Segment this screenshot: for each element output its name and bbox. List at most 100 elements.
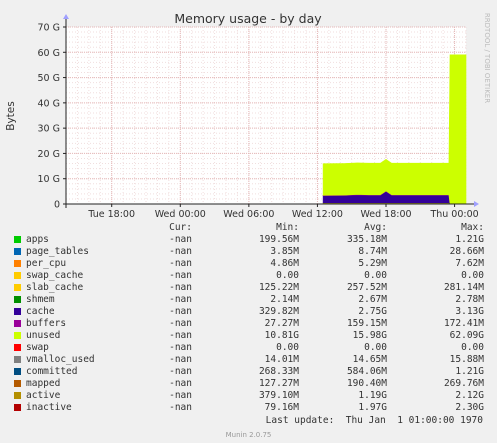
legend-name: inactive — [26, 402, 72, 413]
legend-min: 329.82M — [258, 306, 299, 317]
legend-avg: 14.65M — [352, 354, 387, 365]
legend-cur: -nan — [169, 294, 192, 305]
legend-avg: 0.00 — [364, 270, 387, 281]
legend-name: unused — [26, 330, 61, 341]
memory-usage-chart: 0 10 G 20 G 30 G 40 G 50 G 60 G 70 G Tue 18:00 We… — [0, 0, 497, 222]
legend-cur: -nan — [169, 402, 192, 413]
legend-swatch — [14, 380, 21, 387]
legend-header-cur: Cur: — [169, 222, 192, 233]
legend-min: 379.10M — [258, 390, 299, 401]
last-update-text: Last update: Thu Jan 1 01:00:00 1970 — [265, 415, 483, 426]
y-tick-label: 50 G — [38, 73, 60, 84]
legend-max: 3.13G — [455, 306, 484, 317]
legend-cur: -nan — [169, 342, 192, 353]
legend-row-cache: cache -nan 329.82M 2.75G 3.13G — [0, 306, 497, 318]
legend-max: 0.00 — [461, 342, 484, 353]
legend-max: 269.76M — [443, 378, 484, 389]
legend-swatch — [14, 368, 21, 375]
legend-row-swap-cache: swap_cache -nan 0.00 0.00 0.00 — [0, 270, 497, 282]
legend-name: mapped — [26, 378, 61, 389]
legend-avg: 1.19G — [358, 390, 387, 401]
legend-row-per-cpu: per_cpu -nan 4.86M 5.29M 7.62M — [0, 258, 497, 270]
legend-swatch — [14, 284, 21, 291]
legend-cur: -nan — [169, 282, 192, 293]
legend-max: 62.09G — [449, 330, 484, 341]
legend-row-slab-cache: slab_cache -nan 125.22M 257.52M 281.14M — [0, 282, 497, 294]
y-tick-label: 70 G — [38, 23, 60, 34]
legend-min: 4.86M — [270, 258, 299, 269]
legend-avg: 257.52M — [346, 282, 387, 293]
legend-min: 2.14M — [270, 294, 299, 305]
legend-cur: -nan — [169, 354, 192, 365]
legend-name: buffers — [26, 318, 67, 329]
legend-max: 28.66M — [449, 246, 484, 257]
legend-name: per_cpu — [26, 258, 67, 269]
legend-avg: 190.40M — [346, 378, 387, 389]
y-tick-label: 30 G — [38, 124, 60, 135]
x-tick-label: Wed 18:00 — [360, 209, 411, 220]
legend-min: 10.81G — [264, 330, 299, 341]
munin-version: Munin 2.0.75 — [225, 431, 272, 439]
legend-swatch — [14, 296, 21, 303]
legend-swatch — [14, 392, 21, 399]
legend-header-avg: Avg: — [364, 222, 387, 233]
legend-header-max: Max: — [461, 222, 484, 233]
legend-name: vmalloc_used — [26, 354, 95, 365]
legend-swatch — [14, 236, 21, 243]
legend-swatch — [14, 308, 21, 315]
legend-min: 268.33M — [258, 366, 299, 377]
legend-min: 27.27M — [264, 318, 299, 329]
legend-cur: -nan — [169, 366, 192, 377]
legend-row-shmem: shmem -nan 2.14M 2.67M 2.78M — [0, 294, 497, 306]
x-tick-label: Wed 00:00 — [155, 209, 206, 220]
legend-avg: 159.15M — [346, 318, 387, 329]
legend-row-vmalloc-used: vmalloc_used -nan 14.01M 14.65M 15.88M — [0, 354, 497, 366]
legend-row-mapped: mapped -nan 127.27M 190.40M 269.76M — [0, 378, 497, 390]
legend-row-active: active -nan 379.10M 1.19G 2.12G — [0, 390, 497, 402]
legend-max: 172.41M — [443, 318, 484, 329]
legend-cur: -nan — [169, 378, 192, 389]
legend-cur: -nan — [169, 270, 192, 281]
y-tick-label: 10 G — [38, 174, 60, 185]
legend-avg: 2.75G — [358, 306, 387, 317]
legend-swatch — [14, 344, 21, 351]
chart-title: Memory usage - by day — [174, 11, 322, 26]
legend-avg: 1.97G — [358, 402, 387, 413]
legend-row-swap: swap -nan 0.00 0.00 0.00 — [0, 342, 497, 354]
legend-name: slab_cache — [26, 282, 84, 293]
legend-max: 7.62M — [455, 258, 484, 269]
legend-min: 3.85M — [270, 246, 299, 257]
x-tick-label: Wed 06:00 — [223, 209, 274, 220]
x-tick-label: Wed 12:00 — [292, 209, 343, 220]
legend-cur: -nan — [169, 258, 192, 269]
legend-avg: 335.18M — [346, 234, 387, 245]
x-tick-label: Thu 00:00 — [429, 209, 478, 220]
legend-min: 127.27M — [258, 378, 299, 389]
legend-cur: -nan — [169, 330, 192, 341]
legend-name: shmem — [26, 294, 55, 305]
legend-name: apps — [26, 234, 49, 245]
legend-min: 0.00 — [276, 270, 299, 281]
rrdtool-watermark: RRDTOOL / TOBI OETIKER — [483, 13, 491, 103]
y-tick-label: 40 G — [38, 98, 60, 109]
x-tick-label: Tue 18:00 — [87, 209, 135, 220]
legend-swatch — [14, 272, 21, 279]
legend-cur: -nan — [169, 234, 192, 245]
legend-row-buffers: buffers -nan 27.27M 159.15M 172.41M — [0, 318, 497, 330]
legend-swatch — [14, 356, 21, 363]
legend-min: 199.56M — [258, 234, 299, 245]
legend-swatch — [14, 320, 21, 327]
legend-cur: -nan — [169, 318, 192, 329]
legend-cur: -nan — [169, 390, 192, 401]
legend-cur: -nan — [169, 246, 192, 257]
legend-max: 281.14M — [443, 282, 484, 293]
legend-name: active — [26, 390, 61, 401]
y-axis-label: Bytes — [5, 101, 17, 130]
legend-avg: 8.74M — [358, 246, 387, 257]
legend-row-apps: apps -nan 199.56M 335.18M 1.21G — [0, 234, 497, 246]
legend-row-inactive: inactive -nan 79.16M 1.97G 2.30G — [0, 402, 497, 414]
legend-swatch — [14, 248, 21, 255]
legend-swatch — [14, 332, 21, 339]
legend-max: 0.00 — [461, 270, 484, 281]
legend-avg: 5.29M — [358, 258, 387, 269]
